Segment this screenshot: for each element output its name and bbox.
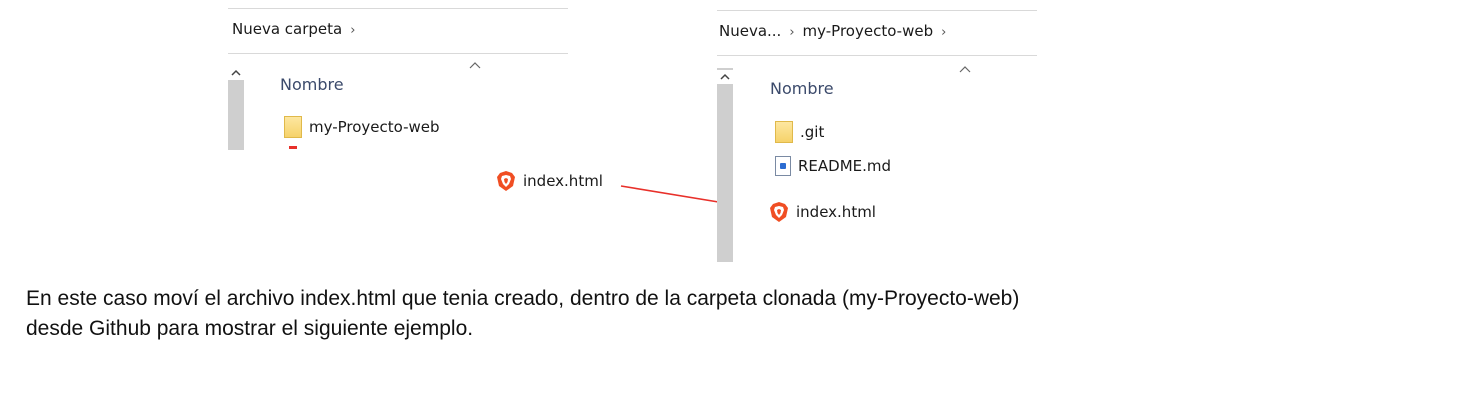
brave-icon [769,201,789,223]
left-explorer-window: Nueva carpeta › Nombre my-Proyecto-web [228,0,568,150]
folder-icon [284,116,302,138]
scroll-up-button[interactable] [717,70,733,84]
caption-line: En este caso moví el archivo index.html … [26,287,1020,310]
breadcrumb-bottom-border [228,53,568,54]
file-name: index.html [523,172,603,190]
scroll-up-button[interactable] [228,66,244,80]
list-item-folder[interactable]: my-Proyecto-web [284,116,440,138]
list-item-file[interactable]: index.html [769,201,876,223]
brave-icon [496,170,516,192]
breadcrumb-top-border [717,10,1037,11]
chevron-right-icon[interactable]: › [350,23,355,38]
caption-text: En este caso moví el archivo index.html … [26,284,1466,344]
moved-file-source[interactable]: index.html [496,170,603,192]
file-name: .git [800,123,825,141]
chevron-right-icon[interactable]: › [789,25,794,40]
scrollbar[interactable] [717,68,733,262]
cut-off-item-marker [289,146,297,149]
file-name: README.md [798,157,892,175]
chevron-up-icon [231,69,241,76]
caption-line: desde Github para mostrar el siguiente e… [26,317,474,340]
chevron-right-icon[interactable]: › [941,25,946,40]
breadcrumb-item[interactable]: Nueva carpeta [232,20,342,38]
breadcrumb-bottom-border [717,55,1037,56]
sort-ascending-icon [468,60,482,70]
breadcrumb-item[interactable]: my-Proyecto-web [803,22,934,40]
column-header-name[interactable]: Nombre [770,79,834,98]
folder-icon [775,121,793,143]
chevron-up-icon [720,73,730,80]
breadcrumb[interactable]: Nueva... › my-Proyecto-web › [719,22,954,40]
breadcrumb[interactable]: Nueva carpeta › [232,20,363,38]
breadcrumb-item[interactable]: Nueva... [719,22,781,40]
list-item-file[interactable]: README.md [775,155,891,177]
file-name: index.html [796,203,876,221]
file-name: my-Proyecto-web [309,118,440,136]
breadcrumb-top-border [228,8,568,9]
list-item-folder[interactable]: .git [775,121,824,143]
document-icon [775,156,791,176]
right-explorer-window: Nueva... › my-Proyecto-web › Nombre .git RE… [717,0,1037,262]
sort-ascending-icon [958,64,972,74]
column-header-name[interactable]: Nombre [280,75,344,94]
